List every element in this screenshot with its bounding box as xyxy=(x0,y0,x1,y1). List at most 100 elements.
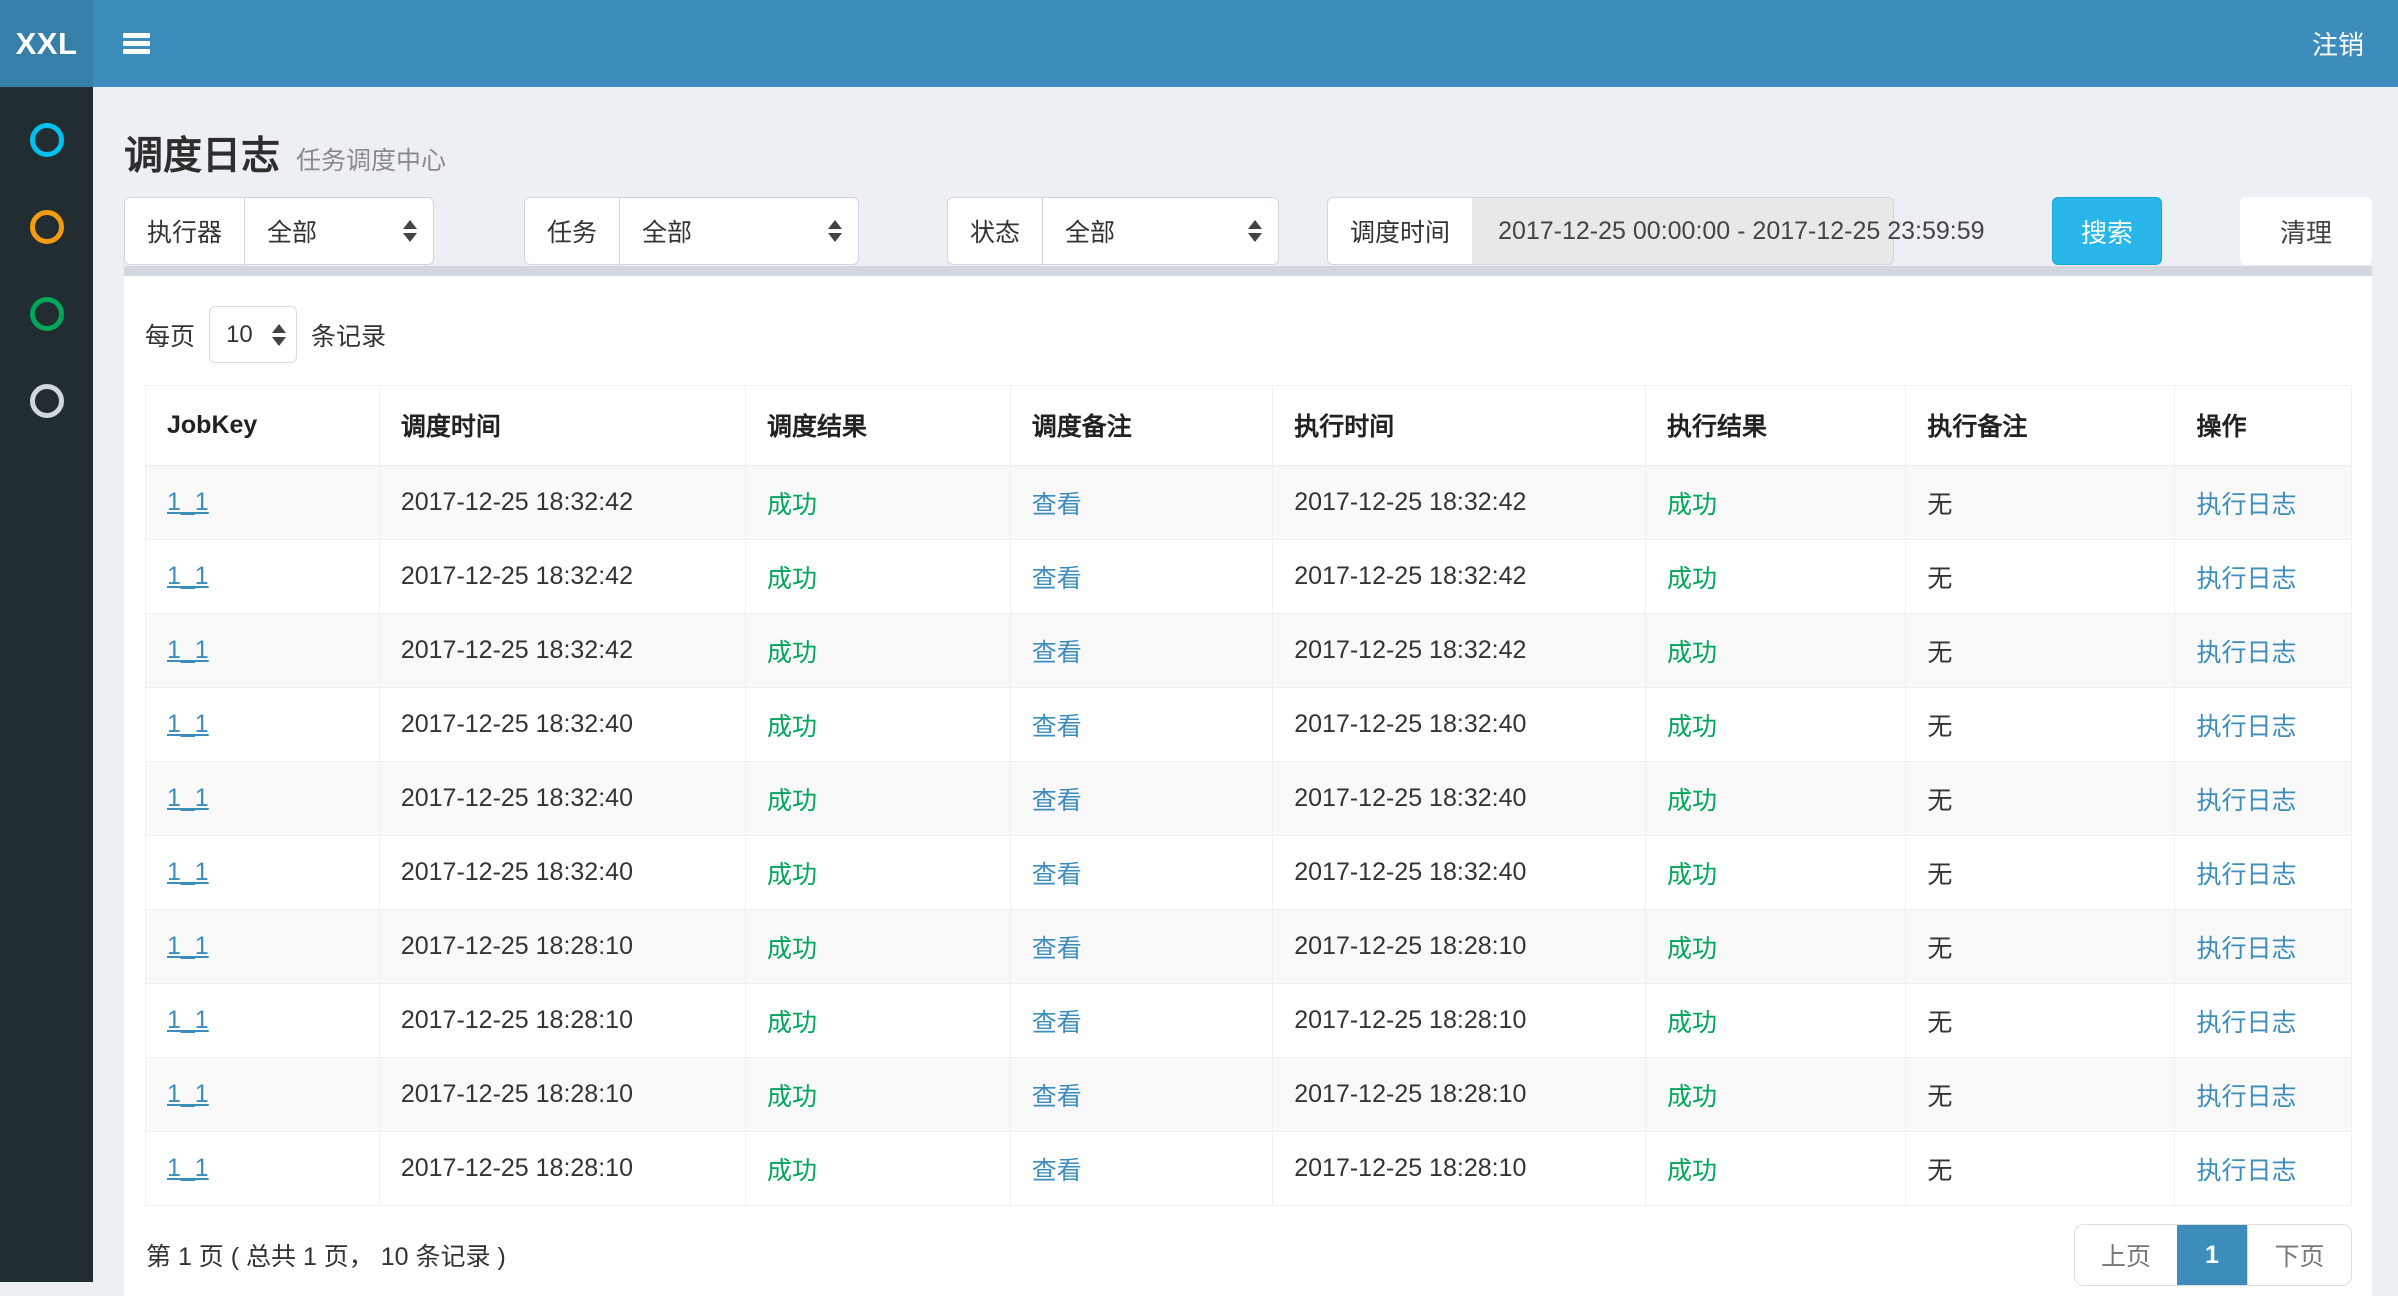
logout-link[interactable]: 注销 xyxy=(2300,25,2376,62)
execution-log-link[interactable]: 执行日志 xyxy=(2196,861,2296,889)
jobkey-link[interactable]: 1_1 xyxy=(167,562,209,590)
log-panel: 每页 10 条记录 JobKey调度时间调度结果调度备注执行时间执行结果执行备注… xyxy=(124,276,2372,1296)
prev-page-button[interactable]: 上页 xyxy=(2075,1225,2177,1285)
handle-result-cell: 成功 xyxy=(1667,787,1717,815)
trigger-msg-link[interactable]: 查看 xyxy=(1032,861,1082,889)
pagination-summary: 第 1 页 ( 总共 1 页， 10 条记录 ) xyxy=(146,1237,506,1273)
executor-select-value: 全部 xyxy=(267,213,317,249)
execution-log-link[interactable]: 执行日志 xyxy=(2196,1157,2296,1185)
execution-log-link[interactable]: 执行日志 xyxy=(2196,1083,2296,1111)
trigger-time-cell: 2017-12-25 18:28:10 xyxy=(401,932,633,960)
handle-result-cell: 成功 xyxy=(1667,1009,1717,1037)
search-button[interactable]: 搜索 xyxy=(2052,197,2162,265)
handle-time-cell: 2017-12-25 18:32:42 xyxy=(1294,488,1526,516)
clear-button[interactable]: 清理 xyxy=(2240,197,2372,265)
jobkey-link[interactable]: 1_1 xyxy=(167,488,209,516)
trigger-time-cell: 2017-12-25 18:32:40 xyxy=(401,858,633,886)
trigger-result-cell: 成功 xyxy=(767,1157,817,1185)
execution-log-link[interactable]: 执行日志 xyxy=(2196,787,2296,815)
table-row: 1_12017-12-25 18:28:10成功查看2017-12-25 18:… xyxy=(146,984,2352,1058)
handle-result-cell: 成功 xyxy=(1667,1083,1717,1111)
select-stepper-icon xyxy=(1248,220,1262,242)
page-size-prefix: 每页 xyxy=(145,317,195,353)
trigger-result-cell: 成功 xyxy=(767,935,817,963)
trigger-time-filter-group: 调度时间 2017-12-25 00:00:00 - 2017-12-25 23… xyxy=(1327,197,1894,265)
trigger-msg-link[interactable]: 查看 xyxy=(1032,1157,1082,1185)
execution-log-link[interactable]: 执行日志 xyxy=(2196,713,2296,741)
select-stepper-icon xyxy=(828,220,842,242)
hamburger-icon xyxy=(123,33,150,38)
trigger-time-cell: 2017-12-25 18:32:42 xyxy=(401,562,633,590)
handle-msg-cell: 无 xyxy=(1927,935,1952,963)
jobkey-link[interactable]: 1_1 xyxy=(167,1006,209,1034)
handle-result-cell: 成功 xyxy=(1667,935,1717,963)
table-row: 1_12017-12-25 18:32:42成功查看2017-12-25 18:… xyxy=(146,466,2352,540)
execution-log-link[interactable]: 执行日志 xyxy=(2196,491,2296,519)
page-size-value: 10 xyxy=(226,321,253,349)
trigger-msg-link[interactable]: 查看 xyxy=(1032,713,1082,741)
column-header-6: 执行结果 xyxy=(1646,386,1906,466)
execution-log-link[interactable]: 执行日志 xyxy=(2196,565,2296,593)
column-header-2: 调度时间 xyxy=(379,386,745,466)
handle-result-cell: 成功 xyxy=(1667,491,1717,519)
trigger-msg-link[interactable]: 查看 xyxy=(1032,639,1082,667)
job-select-value: 全部 xyxy=(642,213,692,249)
column-header-4: 调度备注 xyxy=(1010,386,1273,466)
handle-result-cell: 成功 xyxy=(1667,1157,1717,1185)
trigger-result-cell: 成功 xyxy=(767,565,817,593)
trigger-result-cell: 成功 xyxy=(767,713,817,741)
jobkey-link[interactable]: 1_1 xyxy=(167,932,209,960)
execution-log-link[interactable]: 执行日志 xyxy=(2196,1009,2296,1037)
jobkey-link[interactable]: 1_1 xyxy=(167,636,209,664)
sidebar-menu-item-3[interactable] xyxy=(0,270,93,357)
filter-toolbar: 执行器 全部 任务 全部 状态 全部 xyxy=(124,197,2372,265)
handle-result-cell: 成功 xyxy=(1667,861,1717,889)
sidebar-menu-item-2[interactable] xyxy=(0,183,93,270)
table-footer: 第 1 页 ( 总共 1 页， 10 条记录 ) 上页 1 下页 xyxy=(145,1224,2352,1286)
status-select[interactable]: 全部 xyxy=(1042,197,1279,265)
trigger-time-filter-label: 调度时间 xyxy=(1327,197,1472,265)
jobkey-link[interactable]: 1_1 xyxy=(167,784,209,812)
page-subtitle: 任务调度中心 xyxy=(296,141,446,177)
job-filter-label: 任务 xyxy=(524,197,619,265)
trigger-msg-link[interactable]: 查看 xyxy=(1032,1009,1082,1037)
circle-icon xyxy=(30,384,64,418)
app-logo[interactable]: XXL xyxy=(0,0,93,87)
column-header-8: 操作 xyxy=(2175,386,2352,466)
top-navbar: XXL 注销 xyxy=(0,0,2398,87)
jobkey-link[interactable]: 1_1 xyxy=(167,858,209,886)
executor-select[interactable]: 全部 xyxy=(244,197,434,265)
page-size-select[interactable]: 10 xyxy=(209,306,297,363)
trigger-result-cell: 成功 xyxy=(767,1009,817,1037)
next-page-button[interactable]: 下页 xyxy=(2247,1225,2351,1285)
content-header: 调度日志 任务调度中心 xyxy=(124,87,2372,195)
execution-log-link[interactable]: 执行日志 xyxy=(2196,639,2296,667)
trigger-msg-link[interactable]: 查看 xyxy=(1032,787,1082,815)
trigger-time-cell: 2017-12-25 18:28:10 xyxy=(401,1154,633,1182)
sidebar-menu-item-4[interactable] xyxy=(0,357,93,444)
sidebar-menu-item-1[interactable] xyxy=(0,96,93,183)
handle-msg-cell: 无 xyxy=(1927,1083,1952,1111)
trigger-msg-link[interactable]: 查看 xyxy=(1032,1083,1082,1111)
trigger-msg-link[interactable]: 查看 xyxy=(1032,565,1082,593)
jobkey-link[interactable]: 1_1 xyxy=(167,1154,209,1182)
main-content: 调度日志 任务调度中心 执行器 全部 任务 全部 xyxy=(93,87,2398,1282)
handle-msg-cell: 无 xyxy=(1927,861,1952,889)
trigger-result-cell: 成功 xyxy=(767,861,817,889)
dispatch-log-table: JobKey调度时间调度结果调度备注执行时间执行结果执行备注操作 1_12017… xyxy=(145,385,2352,1206)
handle-time-cell: 2017-12-25 18:32:42 xyxy=(1294,562,1526,590)
job-select[interactable]: 全部 xyxy=(619,197,859,265)
trigger-msg-link[interactable]: 查看 xyxy=(1032,491,1082,519)
handle-msg-cell: 无 xyxy=(1927,491,1952,519)
execution-log-link[interactable]: 执行日志 xyxy=(2196,935,2296,963)
table-row: 1_12017-12-25 18:32:40成功查看2017-12-25 18:… xyxy=(146,688,2352,762)
sidebar-toggle-button[interactable] xyxy=(93,0,180,87)
trigger-msg-link[interactable]: 查看 xyxy=(1032,935,1082,963)
trigger-result-cell: 成功 xyxy=(767,491,817,519)
jobkey-link[interactable]: 1_1 xyxy=(167,1080,209,1108)
current-page-button[interactable]: 1 xyxy=(2177,1225,2247,1285)
handle-time-cell: 2017-12-25 18:32:40 xyxy=(1294,784,1526,812)
trigger-time-range-input[interactable]: 2017-12-25 00:00:00 - 2017-12-25 23:59:5… xyxy=(1472,197,1894,265)
handle-time-cell: 2017-12-25 18:32:40 xyxy=(1294,710,1526,738)
jobkey-link[interactable]: 1_1 xyxy=(167,710,209,738)
